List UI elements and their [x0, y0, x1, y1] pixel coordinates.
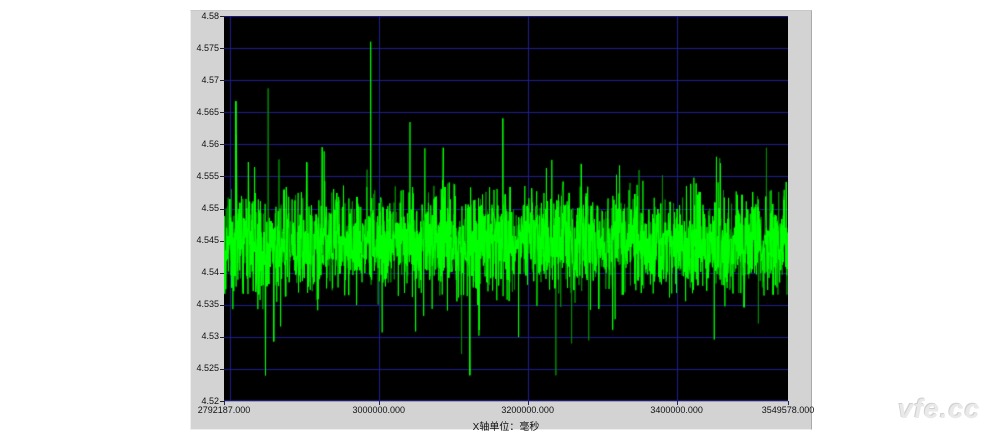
y-tick-label: 4.555 [191, 171, 219, 182]
chart-panel: 4.58 4.575 4.57 4.565 4.56 4.555 4.55 4.545 4.54… [190, 10, 812, 430]
y-tick-label: 4.54 [191, 267, 219, 278]
x-tick-label: 3549578.000 [756, 405, 820, 416]
x-tick-label: 3200000.000 [496, 405, 560, 416]
y-tick-label: 4.56 [191, 139, 219, 150]
y-tick-label: 4.58 [191, 11, 219, 22]
y-tick-label: 4.57 [191, 75, 219, 86]
y-tick-label: 4.525 [191, 363, 219, 374]
x-tick-label: 2792187.000 [192, 405, 256, 416]
watermark: vfe.cc [898, 394, 981, 425]
plot-area[interactable] [224, 16, 788, 402]
y-tick-label: 4.535 [191, 299, 219, 310]
y-tick-label: 4.545 [191, 235, 219, 246]
waveform-canvas [224, 16, 788, 401]
y-tick-label: 4.55 [191, 203, 219, 214]
page: { "panel": { "bg": "#d3d3d3" }, "chart_d… [0, 0, 1000, 442]
x-tick-label: 3400000.000 [645, 405, 709, 416]
x-tick-label: 3000000.000 [347, 405, 411, 416]
y-tick-label: 4.53 [191, 331, 219, 342]
y-tick-label: 4.565 [191, 107, 219, 118]
y-tick-label: 4.575 [191, 43, 219, 54]
x-axis-unit-label: X轴单位：毫秒 [224, 418, 788, 433]
